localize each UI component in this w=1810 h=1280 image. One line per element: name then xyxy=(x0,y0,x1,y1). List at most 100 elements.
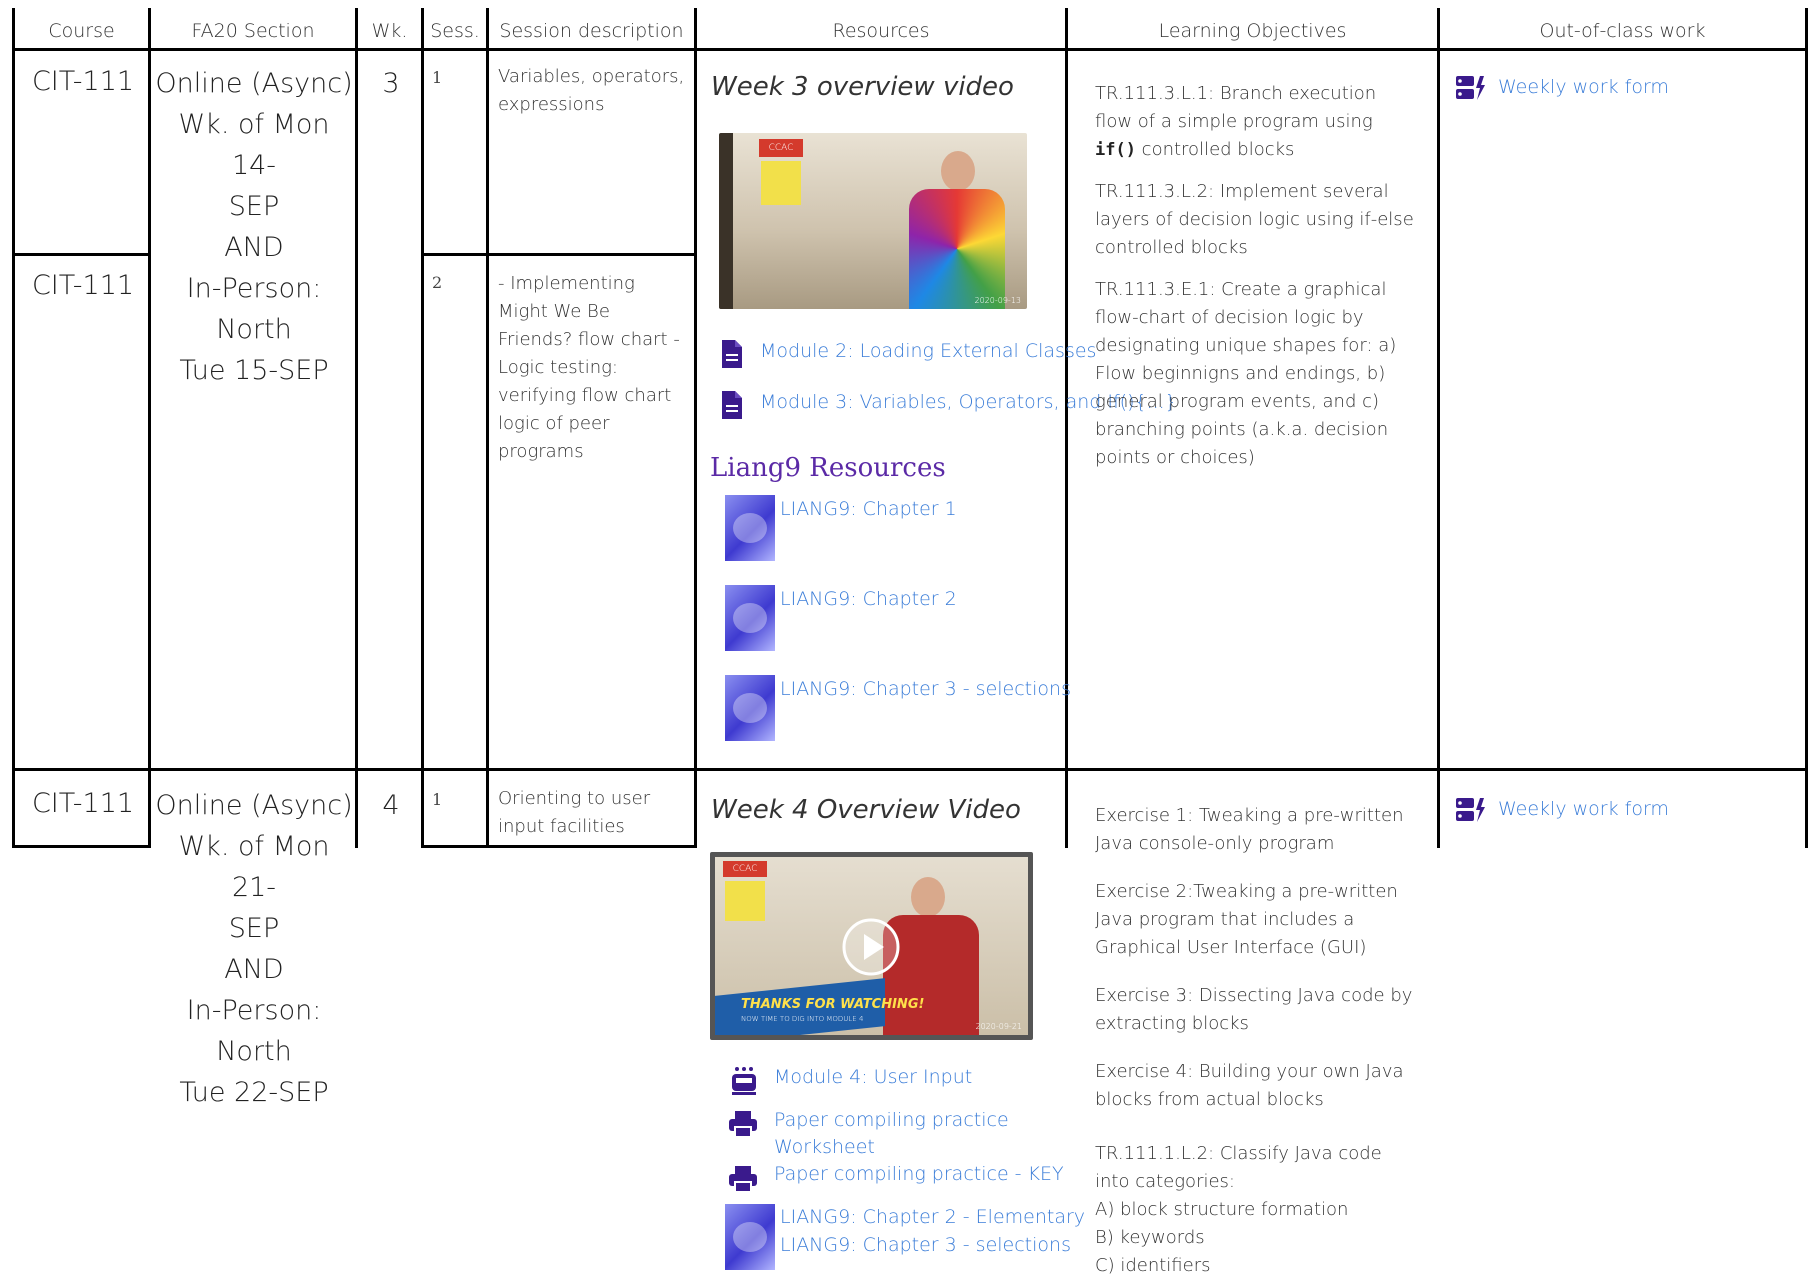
section-line: SEP xyxy=(228,191,280,222)
col-line xyxy=(355,8,358,768)
section-line: Wk. of Mon 14- xyxy=(178,109,330,181)
objective-text: TR.111.3.L.1: Branch execution flow of a… xyxy=(1095,83,1377,132)
ccac-sign: CCAC xyxy=(723,861,767,877)
col-line xyxy=(486,768,489,848)
book-cover-icon xyxy=(725,675,775,741)
objective-item: TR.111.1.L.2: Classify Java code into ca… xyxy=(1095,1143,1382,1192)
video-date: 2020-09-21 xyxy=(975,1022,1023,1031)
video-title: Week 3 overview video xyxy=(711,72,1014,102)
sticky-note xyxy=(761,161,801,205)
liang-link[interactable]: LIANG9: Chapter 2 xyxy=(780,588,957,610)
presenter-shirt xyxy=(909,189,1005,309)
section-line: Tue 15-SEP xyxy=(179,355,329,386)
col-line xyxy=(1437,8,1440,768)
document-icon xyxy=(722,340,742,368)
section-line: Online (Async) xyxy=(155,68,353,99)
module-link[interactable]: Module 4: User Input xyxy=(774,1066,972,1088)
tasks-icon xyxy=(1456,798,1485,822)
worksheet-link[interactable]: Paper compiling practice Worksheet xyxy=(774,1107,1034,1161)
header-line xyxy=(12,48,1808,51)
header-out-of-class: Out-of-class work xyxy=(1539,20,1706,42)
play-icon[interactable] xyxy=(841,917,901,977)
col-line xyxy=(1437,768,1440,848)
weekly-work-form-link[interactable]: Weekly work form xyxy=(1498,798,1669,820)
liang-link[interactable]: LIANG9: Chapter 3 - selections xyxy=(780,678,1071,700)
course-cell: CIT-111 xyxy=(31,270,135,301)
col-line xyxy=(486,8,489,768)
session-number: 2 xyxy=(432,273,443,292)
col-line xyxy=(148,8,151,768)
objective-item: Exercise 3: Dissecting Java code by extr… xyxy=(1095,985,1413,1034)
section-line: SEP xyxy=(228,913,280,944)
header-session: Sess. xyxy=(430,20,480,42)
course-cell: CIT-111 xyxy=(31,66,135,97)
session-description: Variables, operators, expressions xyxy=(498,66,685,115)
category-item: C) identifiers xyxy=(1095,1255,1211,1276)
worksheet-key-link[interactable]: Paper compiling practice - KEY xyxy=(774,1163,1064,1185)
video-thumbnail[interactable]: CCAC THANKS FOR WATCHING! NOW TIME TO DI… xyxy=(710,852,1033,1040)
objective-item: Exercise 4: Building your own Java block… xyxy=(1095,1061,1404,1110)
section-line: AND xyxy=(224,954,284,985)
col-line xyxy=(421,768,424,848)
session-description: - Implementing Might We Be Friends? flow… xyxy=(498,273,680,462)
header-week: Wk. xyxy=(371,20,408,42)
presenter-head xyxy=(911,877,945,917)
col-line xyxy=(694,768,697,848)
section-line: In-Person: xyxy=(186,273,322,304)
section-line: AND xyxy=(224,232,284,263)
document-icon xyxy=(722,391,742,419)
section-line: Tue 22-SEP xyxy=(179,1077,329,1108)
session-description: Orienting to user input facilities xyxy=(498,788,651,837)
section-cell: Online (Async) Wk. of Mon 14- SEP AND In… xyxy=(154,63,354,391)
section-line: Online (Async) xyxy=(155,790,353,821)
print-icon xyxy=(729,1111,757,1138)
section-line: Wk. of Mon 21- xyxy=(178,831,330,903)
objectives-list: TR.111.3.L.1: Branch execution flow of a… xyxy=(1095,80,1415,486)
print-icon xyxy=(729,1166,757,1193)
code-snippet: if() xyxy=(1095,140,1136,160)
module-link[interactable]: Module 2: Loading External Classes xyxy=(760,340,1096,362)
banner-subtext: NOW TIME TO DIG INTO MODULE 4 xyxy=(741,1015,864,1023)
col-line xyxy=(1805,768,1808,848)
banner-text: THANKS FOR WATCHING! xyxy=(741,997,925,1012)
liang-link[interactable]: LIANG9: Chapter 1 xyxy=(780,498,957,520)
liang-link[interactable]: LIANG9: Chapter 2 - Elementary xyxy=(780,1206,1085,1228)
objective-item: Exercise 1: Tweaking a pre-written Java … xyxy=(1095,805,1404,854)
col-line xyxy=(355,768,358,848)
col-line xyxy=(12,8,15,768)
course-cell: CIT-111 xyxy=(31,788,135,819)
col-line xyxy=(1065,8,1068,768)
liang-link[interactable]: LIANG9: Chapter 3 - selections xyxy=(780,1234,1071,1256)
book-cover-icon xyxy=(725,495,775,561)
book-cover-icon xyxy=(725,1204,775,1270)
row-line xyxy=(12,768,1808,771)
category-item: B) keywords xyxy=(1095,1227,1205,1248)
section-cell: Online (Async) Wk. of Mon 21- SEP AND In… xyxy=(154,785,354,1113)
header-section: FA20 Section xyxy=(191,20,315,42)
category-item: A) block structure formation xyxy=(1095,1199,1349,1220)
header-course: Course xyxy=(48,20,115,42)
week-number: 3 xyxy=(382,68,400,99)
row-line xyxy=(12,253,151,256)
header-objectives: Learning Objectives xyxy=(1158,20,1347,42)
col-line xyxy=(421,8,424,768)
video-date: 2020-09-13 xyxy=(974,296,1022,305)
video-title: Week 4 Overview Video xyxy=(711,795,1021,825)
session-number: 1 xyxy=(432,68,443,87)
objective-item: TR.111.3.E.1: Create a graphical flow-ch… xyxy=(1095,279,1397,468)
video-thumbnail[interactable]: CCAC 2020-09-13 xyxy=(719,133,1027,309)
week-number: 4 xyxy=(382,790,400,821)
section-line: In-Person: xyxy=(186,995,322,1026)
row-line xyxy=(421,253,697,256)
objective-text: controlled blocks xyxy=(1135,139,1295,160)
objective-item: TR.111.3.L.1: Branch execution flow of a… xyxy=(1095,80,1415,164)
sticky-note xyxy=(725,881,765,921)
row-line xyxy=(421,845,697,848)
weekly-work-form-link[interactable]: Weekly work form xyxy=(1498,76,1669,98)
col-line xyxy=(694,8,697,768)
objective-item: TR.111.3.L.2: Implement several layers o… xyxy=(1095,181,1414,258)
objective-item: Exercise 2:Tweaking a pre-written Java p… xyxy=(1095,881,1398,958)
header-resources: Resources xyxy=(832,20,930,42)
book-cover-icon xyxy=(725,585,775,651)
col-line xyxy=(1805,8,1808,768)
